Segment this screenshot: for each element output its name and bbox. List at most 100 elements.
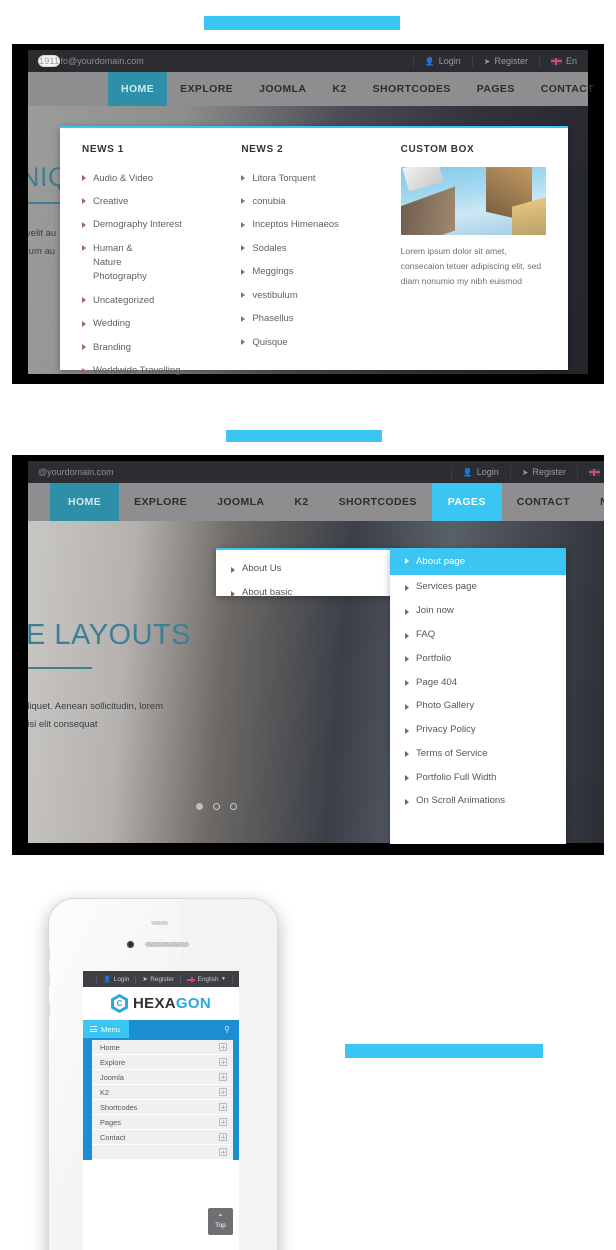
list-item[interactable]: About Us — [216, 557, 402, 581]
uk-flag-icon — [550, 57, 562, 65]
mega-column-news1: NEWS 1 Audio & Video Creative Demography… — [82, 144, 241, 376]
mobile-menu-item-k2[interactable]: K2 — [92, 1085, 233, 1100]
mobile-menu-item-shortcodes[interactable]: Shortcodes — [92, 1100, 233, 1115]
nav-item-explore[interactable]: EXPLORE — [167, 72, 246, 106]
dropdown-item-portfolio[interactable]: Portfolio — [390, 646, 566, 670]
register-icon: ➤ — [142, 976, 148, 983]
nav-item-home[interactable]: HOME — [50, 483, 120, 521]
login-button[interactable]: 👤 Login — [450, 465, 510, 479]
mobile-topbar: 👤 Login ➤ Register English ▼ — [83, 971, 239, 987]
login-label: Login — [438, 56, 461, 66]
mobile-menu-toggle[interactable]: Menu — [83, 1020, 129, 1038]
language-switcher[interactable]: English ▼ — [180, 974, 233, 984]
carousel-dot-1[interactable] — [196, 803, 203, 810]
dropdown-item-about-page[interactable]: About page — [390, 548, 566, 575]
dropdown-item-services-page[interactable]: Services page — [390, 575, 566, 599]
main-nav-1: HOME EXPLORE JOOMLA K2 SHORTCODES PAGES … — [28, 72, 594, 106]
mobile-menu-item-contact[interactable]: Contact — [92, 1130, 233, 1145]
expand-plus-icon[interactable] — [219, 1148, 227, 1156]
dropdown-item-portfolio-full-width[interactable]: Portfolio Full Width — [390, 765, 566, 789]
menu-item-label: Joomla — [100, 1072, 124, 1082]
dropdown-item-faq[interactable]: FAQ — [390, 623, 566, 647]
dropdown-item-page-404[interactable]: Page 404 — [390, 670, 566, 694]
register-button[interactable]: ➤ Register — [509, 465, 577, 479]
expand-plus-icon[interactable] — [219, 1088, 227, 1096]
nav-item-contact[interactable]: CONTACT — [502, 483, 585, 521]
nav-item-pages[interactable]: PAGES — [464, 72, 528, 106]
nav-item-shortcodes[interactable]: SHORTCODES — [324, 483, 432, 521]
expand-plus-icon[interactable] — [219, 1133, 227, 1141]
list-item[interactable]: Meggings — [241, 261, 386, 284]
menu-item-label: Home — [100, 1042, 120, 1052]
carousel-dots-2[interactable] — [196, 803, 237, 810]
volume-up-button[interactable] — [47, 947, 50, 960]
search-icon[interactable]: ⚲ — [224, 1025, 230, 1034]
list-item[interactable]: Wedding — [82, 313, 227, 336]
dropdown-item-terms-of-service[interactable]: Terms of Service — [390, 741, 566, 765]
language-switcher[interactable]: En — [538, 54, 588, 68]
list-item[interactable]: Human & Nature Photography — [82, 237, 160, 289]
pages-submenu-about: About Us About basic — [216, 548, 402, 598]
list-item[interactable]: vestibulum — [241, 284, 386, 307]
expand-plus-icon[interactable] — [219, 1103, 227, 1111]
list-item[interactable]: Litora Torquent — [241, 167, 386, 190]
nav-item-joomla[interactable]: JOOMLA — [202, 483, 279, 521]
language-switcher[interactable] — [577, 465, 604, 479]
nav-item-news[interactable]: NEWS — [585, 483, 604, 521]
list-item[interactable]: Branding — [82, 336, 227, 359]
carousel-dot-3[interactable] — [230, 803, 237, 810]
carousel-dot-2[interactable] — [213, 803, 220, 810]
list-item[interactable]: Worldwide Travelling — [82, 360, 227, 383]
scroll-to-top-button[interactable]: ⌃ Top — [208, 1208, 233, 1235]
nav-item-contact[interactable]: CONTACT — [528, 72, 604, 106]
expand-plus-icon[interactable] — [219, 1043, 227, 1051]
custom-box-image — [400, 167, 546, 235]
nav-item-k2[interactable]: K2 — [279, 483, 323, 521]
scroll-top-label: Top — [215, 1222, 226, 1229]
menu-item-label: K2 — [100, 1087, 110, 1097]
mobile-menu-item-home[interactable]: Home — [92, 1040, 233, 1055]
pages-dropdown-list: About page Services page Join now FAQ Po… — [390, 548, 566, 813]
nav-item-k2[interactable]: K2 — [319, 72, 359, 106]
dropdown-item-on-scroll-animations[interactable]: On Scroll Animations — [390, 789, 566, 813]
list-item[interactable]: Sodales — [241, 237, 386, 260]
dropdown-item-photo-gallery[interactable]: Photo Gallery — [390, 694, 566, 718]
mobile-menu-list: Home Explore Joomla K2 Shortcodes Pages … — [83, 1038, 239, 1160]
register-button[interactable]: ➤ Register — [471, 54, 539, 68]
dropdown-item-join-now[interactable]: Join now — [390, 599, 566, 623]
list-item[interactable]: Creative — [82, 190, 227, 213]
expand-plus-icon[interactable] — [219, 1118, 227, 1126]
nav-item-home[interactable]: HOME — [108, 72, 168, 106]
list-item[interactable]: conubia — [241, 190, 386, 213]
dropdown-item-privacy-policy[interactable]: Privacy Policy — [390, 718, 566, 742]
site-logo[interactable]: C HEXAGON — [83, 987, 239, 1020]
mega-list-news2: Litora Torquent conubia Inceptos Himenae… — [241, 167, 386, 355]
menu-item-label: Pages — [100, 1117, 121, 1127]
nav-item-joomla[interactable]: JOOMLA — [246, 72, 319, 106]
login-label: Login — [113, 975, 130, 983]
expand-plus-icon[interactable] — [219, 1058, 227, 1066]
nav-item-explore[interactable]: EXPLORE — [119, 483, 202, 521]
list-item[interactable]: Quisque — [241, 331, 386, 354]
custom-box-text: Lorem ipsum dolor sit amet, consecaion t… — [400, 246, 542, 287]
list-item[interactable]: Uncategorized — [82, 289, 227, 312]
list-item[interactable]: Demography Interest — [82, 214, 227, 237]
silent-switch[interactable] — [47, 1003, 50, 1016]
list-item[interactable]: Inceptos Himenaeos — [241, 214, 386, 237]
expand-plus-icon[interactable] — [219, 1073, 227, 1081]
login-button[interactable]: 👤 Login — [96, 974, 135, 984]
login-button[interactable]: 👤 Login — [412, 54, 472, 68]
mobile-menu-item-joomla[interactable]: Joomla — [92, 1070, 233, 1085]
nav-item-pages[interactable]: PAGES — [431, 483, 502, 521]
list-item[interactable]: Phasellus — [241, 308, 386, 331]
submenu-list: About Us About basic — [216, 557, 402, 605]
mobile-menu-item-extra[interactable] — [92, 1145, 233, 1160]
mobile-menu-item-explore[interactable]: Explore — [92, 1055, 233, 1070]
nav-item-shortcodes[interactable]: SHORTCODES — [360, 72, 464, 106]
proximity-sensor — [151, 921, 168, 925]
list-item[interactable]: Audio & Video — [82, 167, 227, 190]
volume-down-button[interactable] — [47, 973, 50, 986]
mobile-menu-item-pages[interactable]: Pages — [92, 1115, 233, 1130]
list-item[interactable]: About basic — [216, 581, 402, 605]
register-button[interactable]: ➤ Register — [135, 974, 180, 984]
